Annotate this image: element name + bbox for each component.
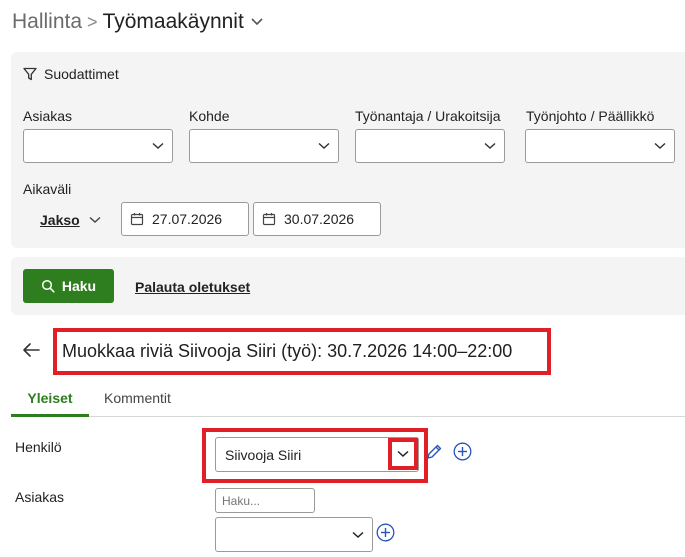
filter-supervisor-select[interactable]	[525, 129, 675, 163]
add-customer-icon[interactable]	[376, 523, 395, 547]
filter-customer-select[interactable]	[23, 129, 173, 163]
person-dropdown-toggle[interactable]	[388, 438, 418, 470]
edit-title-highlight: Muokkaa riviä Siivooja Siiri (työ): 30.7…	[53, 328, 551, 375]
filter-customer-label: Asiakas	[23, 108, 73, 124]
date-start-input[interactable]: 27.07.2026	[121, 202, 249, 236]
add-person-icon[interactable]	[453, 442, 472, 466]
period-type-dropdown[interactable]: Jakso	[40, 212, 101, 228]
breadcrumb-separator: >	[87, 11, 98, 32]
date-end-input[interactable]: 30.07.2026	[253, 202, 381, 236]
customer-label: Asiakas	[15, 489, 65, 505]
reset-defaults-link[interactable]: Palauta oletukset	[135, 279, 250, 295]
chevron-down-icon	[654, 142, 666, 149]
tab-bar: Yleiset Kommentit	[11, 384, 685, 417]
filter-supervisor-label: Työnjohto / Päällikkö	[526, 108, 655, 124]
search-icon	[41, 279, 55, 293]
chevron-down-icon	[89, 216, 101, 223]
filters-header[interactable]: Suodattimet	[23, 66, 119, 82]
filter-employer-label: Työnantaja / Urakoitsija	[355, 108, 501, 124]
chevron-down-icon[interactable]	[250, 17, 264, 27]
date-start-value: 27.07.2026	[152, 211, 223, 227]
calendar-icon	[262, 213, 276, 226]
date-end-value: 30.07.2026	[284, 211, 355, 227]
period-label: Aikaväli	[23, 181, 72, 197]
search-button[interactable]: Haku	[23, 269, 114, 303]
chevron-down-icon	[397, 450, 409, 458]
breadcrumb: Hallinta > Työmaakäynnit	[12, 10, 264, 34]
chevron-down-icon	[484, 142, 496, 149]
chevron-down-icon	[152, 142, 164, 149]
person-label: Henkilö	[15, 439, 62, 455]
tab-comments[interactable]: Kommentit	[104, 390, 171, 416]
filter-icon	[23, 67, 37, 81]
person-value: Siivooja Siiri	[225, 446, 302, 463]
customer-select[interactable]	[215, 517, 373, 552]
filters-title: Suodattimet	[44, 66, 119, 82]
back-arrow-icon[interactable]	[22, 342, 40, 363]
action-bar: Haku Palauta oletukset	[11, 257, 685, 315]
edit-title: Muokkaa riviä Siivooja Siiri (työ): 30.7…	[62, 341, 513, 361]
filter-site-label: Kohde	[189, 108, 230, 124]
customer-search-input[interactable]	[215, 488, 315, 513]
filter-site-select[interactable]	[189, 129, 339, 163]
period-type-value: Jakso	[40, 212, 80, 228]
tab-general[interactable]: Yleiset	[11, 390, 89, 417]
page-title: Työmaakäynnit	[102, 10, 244, 33]
calendar-icon	[130, 213, 144, 226]
chevron-down-icon	[352, 531, 364, 539]
edit-pencil-icon[interactable]	[425, 443, 443, 466]
breadcrumb-parent[interactable]: Hallinta	[12, 10, 82, 34]
chevron-down-icon	[318, 142, 330, 149]
search-button-label: Haku	[61, 278, 97, 294]
filter-employer-select[interactable]	[355, 129, 505, 163]
filters-panel: Suodattimet Asiakas Kohde Työnantaja / U…	[11, 52, 685, 248]
